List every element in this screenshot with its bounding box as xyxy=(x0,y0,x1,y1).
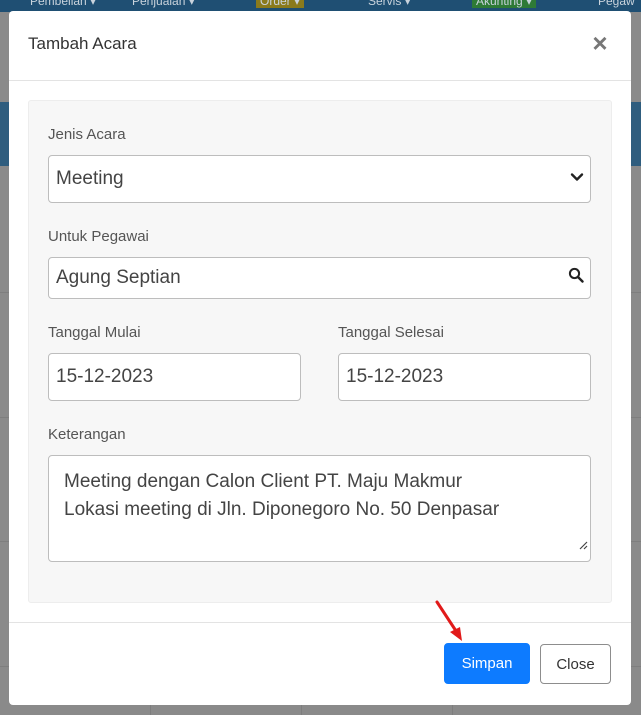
nav-pegawai: Pegaw xyxy=(598,0,635,8)
nav-pembelian: Pembelian ▾ xyxy=(30,0,97,8)
nav-servis: Servis ▾ xyxy=(368,0,411,8)
nav-penjualan: Penjualan ▾ xyxy=(132,0,195,8)
event-type-value: Meeting xyxy=(56,168,124,189)
modal-title: Tambah Acara xyxy=(28,34,137,53)
close-button[interactable]: Close xyxy=(540,644,611,684)
start-date-input[interactable]: 15-12-2023 xyxy=(48,353,301,401)
notes-label: Keterangan xyxy=(48,426,126,443)
end-date-value: 15-12-2023 xyxy=(346,366,444,387)
modal-footer-divider xyxy=(9,622,631,623)
notes-line-1: Meeting dengan Calon Client PT. Maju Mak… xyxy=(64,471,463,492)
resize-handle-icon[interactable] xyxy=(578,531,588,559)
close-icon[interactable]: × xyxy=(589,30,611,56)
annotation-arrow-icon xyxy=(435,600,462,641)
employee-label: Untuk Pegawai xyxy=(48,228,149,245)
nav-order: Order ▾ xyxy=(256,0,305,8)
employee-value: Agung Septian xyxy=(56,267,181,288)
event-type-select[interactable]: Meeting xyxy=(48,155,591,203)
start-date-value: 15-12-2023 xyxy=(56,366,154,387)
end-date-label: Tanggal Selesai xyxy=(338,324,444,341)
add-event-modal: Tambah Acara × Jenis Acara Meeting Untuk… xyxy=(9,11,631,705)
chevron-down-icon xyxy=(570,168,584,190)
start-date-label: Tanggal Mulai xyxy=(48,324,141,341)
notes-line-2: Lokasi meeting di Jln. Diponegoro No. 50… xyxy=(64,499,500,520)
search-icon[interactable] xyxy=(568,267,584,289)
form-panel: Jenis Acara Meeting Untuk Pegawai Agung … xyxy=(28,100,612,603)
end-date-input[interactable]: 15-12-2023 xyxy=(338,353,591,401)
save-button[interactable]: Simpan xyxy=(444,643,530,684)
modal-header: Tambah Acara × xyxy=(9,11,631,81)
nav-akunting: Akunting ▾ xyxy=(472,0,537,8)
event-type-label: Jenis Acara xyxy=(48,126,126,143)
employee-search-input[interactable]: Agung Septian xyxy=(48,257,591,299)
notes-textarea[interactable]: Meeting dengan Calon Client PT. Maju Mak… xyxy=(48,455,591,562)
